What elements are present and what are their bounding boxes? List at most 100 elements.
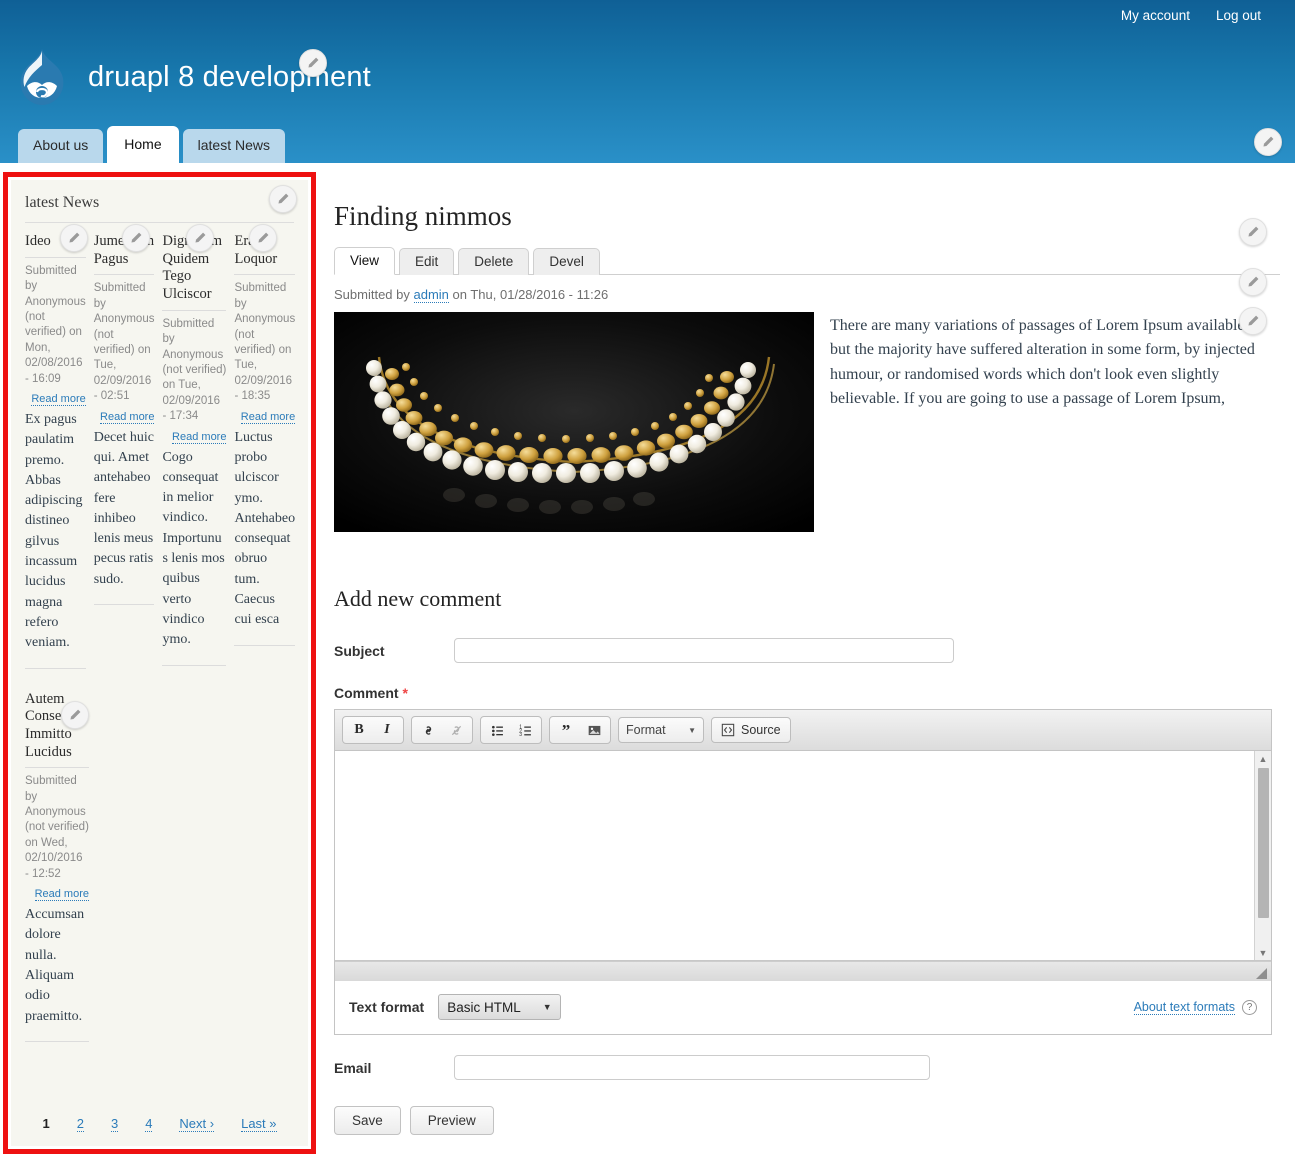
teaser-submitted: Submitted by Anonymous (not verified) on… [162,317,227,423]
read-more-link[interactable]: Read more [34,888,89,902]
read-more-link[interactable]: Read more [31,393,86,406]
source-code-icon [721,723,735,737]
tab-devel[interactable]: Devel [533,248,600,275]
blockquote-icon[interactable]: ” [553,719,579,741]
scrollbar-thumb[interactable] [1257,768,1269,918]
comment-rich-text-editor: B I 123 ” Format ▼ Source ▲ ▼ Text forma… [334,709,1272,1035]
source-button[interactable]: Source [711,717,791,743]
log-out-link[interactable]: Log out [1216,8,1261,23]
email-input[interactable] [454,1055,930,1080]
read-more-link[interactable]: Read more [240,411,296,424]
contextual-edit-pencil-icon-teaser-4[interactable] [249,224,277,252]
site-name: druapl 8 development [88,60,371,93]
numbered-list-icon[interactable]: 123 [512,719,538,741]
contextual-edit-pencil-icon-teaser-1[interactable] [60,224,88,252]
editor-text-area[interactable]: ▲ ▼ [335,751,1271,961]
source-button-label: Source [741,723,781,737]
editor-resize-bar[interactable] [335,961,1271,981]
bulleted-list-icon[interactable] [484,719,510,741]
format-dropdown[interactable]: Format ▼ [618,717,704,743]
editor-group-links [411,716,473,744]
text-format-value: Basic HTML [447,999,521,1015]
contextual-edit-pencil-icon-tabs[interactable] [1239,268,1267,296]
bold-icon[interactable]: B [346,719,372,741]
required-marker: * [402,685,408,701]
editor-group-insert: ” [549,716,611,744]
comment-label-text: Comment [334,685,399,701]
read-more-link[interactable]: Read more [172,431,227,444]
save-button[interactable]: Save [334,1106,401,1135]
nav-tab-about-us[interactable]: About us [18,128,104,163]
contextual-edit-pencil-icon-teaser-5[interactable] [61,701,89,729]
teaser-columns: Ideo Submitted by Anonymous (not verifie… [25,233,296,669]
teaser-submitted: Submitted by Anonymous (not verified) on… [93,282,155,403]
chevron-down-icon: ▼ [688,725,696,735]
contextual-edit-pencil-icon-branding[interactable] [299,49,327,77]
add-comment-heading: Add new comment [334,586,502,611]
about-text-formats-link[interactable]: About text formats [1133,1000,1235,1015]
text-format-controls: Text format Basic HTML ▼ [349,994,561,1020]
user-account-menu: My account Log out [1121,8,1261,23]
site-header: My account Log out druapl 8 development … [0,0,1295,163]
editor-toolbar: B I 123 ” Format ▼ Source [335,710,1271,751]
text-format-label: Text format [349,999,425,1015]
teaser-body: Ex pagus paulatim premo. Abbas adipiscin… [25,411,83,651]
text-format-select[interactable]: Basic HTML ▼ [438,994,561,1020]
pager-next[interactable]: Next › [179,1116,215,1132]
image-icon[interactable] [581,719,607,741]
drupal-drop-logo-icon [14,47,70,107]
scroll-up-arrow-icon[interactable]: ▲ [1259,751,1268,766]
teaser-separator [234,644,296,646]
editor-group-basic-styles: B I [342,716,404,744]
contextual-edit-pencil-icon-teaser-2[interactable] [122,224,150,252]
local-tasks-tabs: View Edit Delete Devel [334,246,1280,275]
teaser-submitted: Submitted by Anonymous (not verified) on… [234,282,296,403]
primary-navigation: About us Home latest News [18,125,285,163]
teaser-separator [93,604,155,605]
tab-delete[interactable]: Delete [458,248,530,275]
teaser-body: Cogo consequat in melior vindico. Import… [162,449,225,648]
nav-tab-latest-news[interactable]: latest News [182,128,285,163]
subject-input[interactable] [454,638,954,663]
subject-form-row: Subject [334,638,1280,663]
format-dropdown-label: Format [626,723,666,737]
contextual-edit-pencil-icon-teaser-3[interactable] [186,224,214,252]
pager-item-1[interactable]: 1 [42,1116,49,1132]
email-label: Email [334,1059,372,1076]
editor-scrollbar[interactable]: ▲ ▼ [1254,751,1271,960]
question-mark-icon[interactable]: ? [1242,999,1257,1015]
node-content-row: There are many variations of passages of… [334,312,1280,532]
main-content: Finding nimmos View Edit Delete Devel Su… [334,201,1280,1135]
contextual-edit-pencil-icon-node-title[interactable] [1239,218,1267,246]
resize-grip-icon[interactable] [1256,968,1267,979]
block-title: latest News [25,194,294,223]
email-form-row: Email [334,1055,1280,1080]
tab-edit[interactable]: Edit [399,248,455,275]
author-link[interactable]: admin [413,287,449,303]
page-body: latest News Ideo Submitted by Anonymous … [0,163,1295,1170]
preview-button[interactable]: Preview [409,1106,494,1135]
teaser-item: Autem Consequat Immitto Lucidus Submitte… [25,691,89,1042]
contextual-edit-pencil-icon-menu[interactable] [1254,128,1282,156]
contextual-edit-pencil-icon-block[interactable] [269,185,297,213]
submitted-prefix: Submitted by [334,287,414,302]
italic-icon[interactable]: I [374,719,400,741]
node-image [334,312,814,532]
pager-item-3[interactable]: 3 [110,1116,119,1132]
unlink-icon[interactable] [443,719,469,741]
teaser-separator [162,664,227,666]
pager-last[interactable]: Last » [241,1116,277,1132]
pager-item-4[interactable]: 4 [145,1116,153,1132]
pager-item-2[interactable]: 2 [76,1116,84,1132]
editor-group-lists: 123 [480,716,542,744]
teaser-separator [25,1040,89,1042]
link-icon[interactable] [415,719,441,741]
nav-tab-home[interactable]: Home [107,125,179,163]
my-account-link[interactable]: My account [1121,8,1190,23]
subject-label: Subject [334,642,385,659]
scroll-down-arrow-icon[interactable]: ▼ [1259,945,1268,960]
read-more-link[interactable]: Read more [100,411,155,424]
teaser-separator [25,667,86,669]
contextual-edit-pencil-icon-node-body[interactable] [1239,307,1267,335]
tab-view[interactable]: View [334,247,396,275]
